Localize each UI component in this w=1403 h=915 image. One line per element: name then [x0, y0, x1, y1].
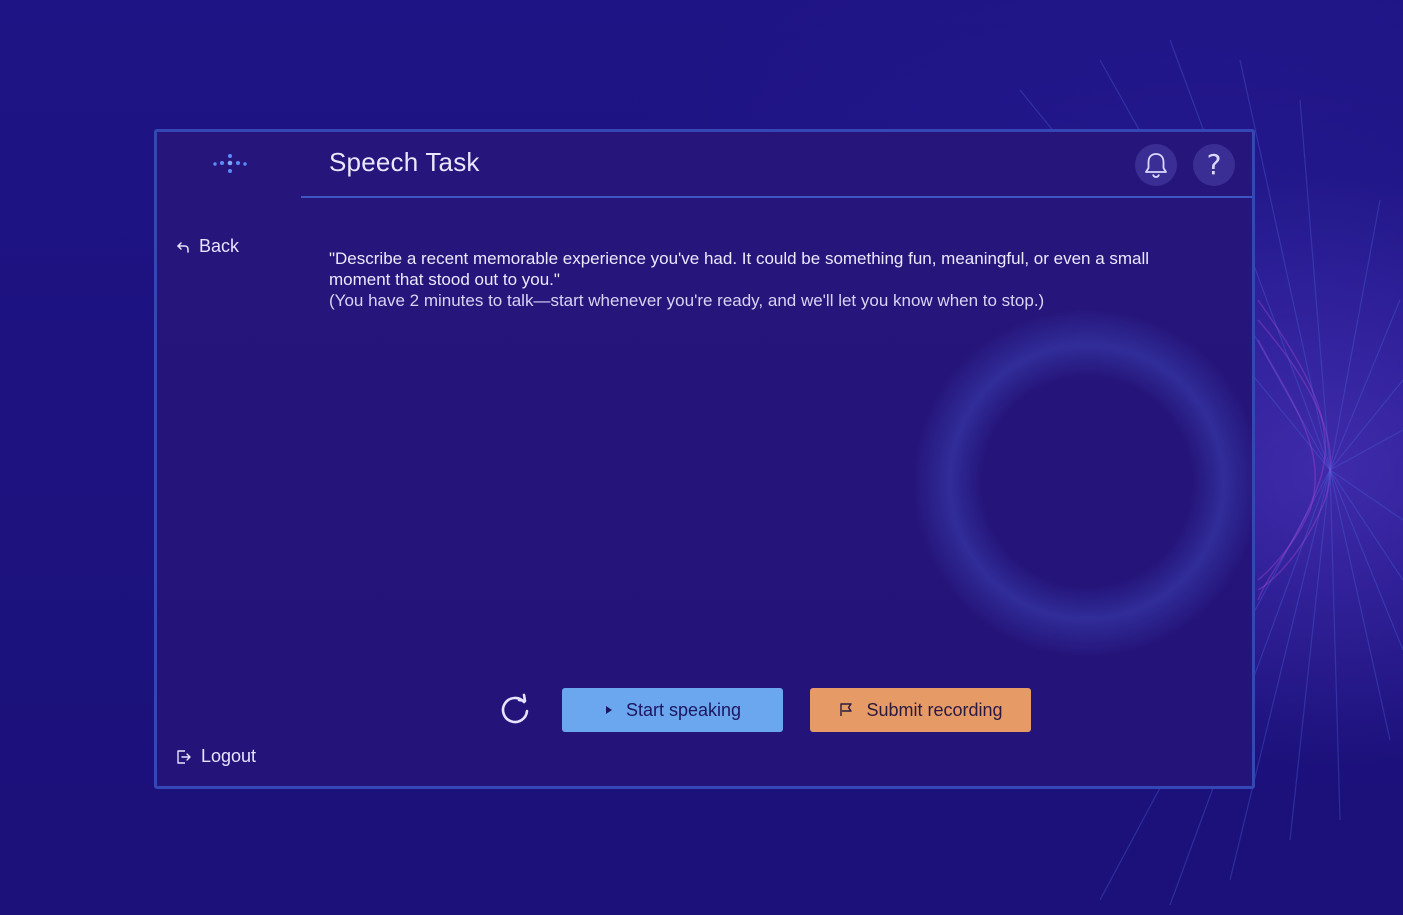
- back-label: Back: [199, 236, 240, 256]
- submit-recording-button[interactable]: Submit recording: [810, 688, 1031, 732]
- dots-logo-icon: [213, 154, 247, 173]
- submit-recording-label: Submit recording: [866, 699, 1003, 720]
- flag-icon: [840, 703, 853, 716]
- back-arrow-icon: [177, 241, 189, 253]
- notifications-button[interactable]: [1135, 144, 1177, 186]
- header-divider: [301, 196, 1252, 198]
- page-title: Speech Task: [329, 147, 480, 177]
- logout-link[interactable]: Logout: [176, 746, 256, 767]
- refresh-icon[interactable]: [497, 692, 533, 728]
- help-question-icon: ?: [1206, 148, 1222, 181]
- play-icon: [605, 706, 612, 714]
- help-button[interactable]: ?: [1193, 144, 1235, 186]
- logout-icon: [177, 749, 191, 764]
- back-link[interactable]: Back: [176, 236, 239, 257]
- bell-icon: [1145, 153, 1167, 178]
- prompt-note: (You have 2 minutes to talk—start whenev…: [329, 291, 1045, 310]
- prompt-text: "Describe a recent memorable experience …: [329, 249, 1150, 289]
- speech-task-panel: Speech Task ? Back "Describe a recent me…: [154, 129, 1255, 789]
- start-speaking-button[interactable]: Start speaking: [562, 688, 783, 732]
- start-speaking-label: Start speaking: [625, 699, 742, 720]
- logout-label: Logout: [201, 746, 257, 766]
- task-prompt: "Describe a recent memorable experience …: [329, 248, 1189, 311]
